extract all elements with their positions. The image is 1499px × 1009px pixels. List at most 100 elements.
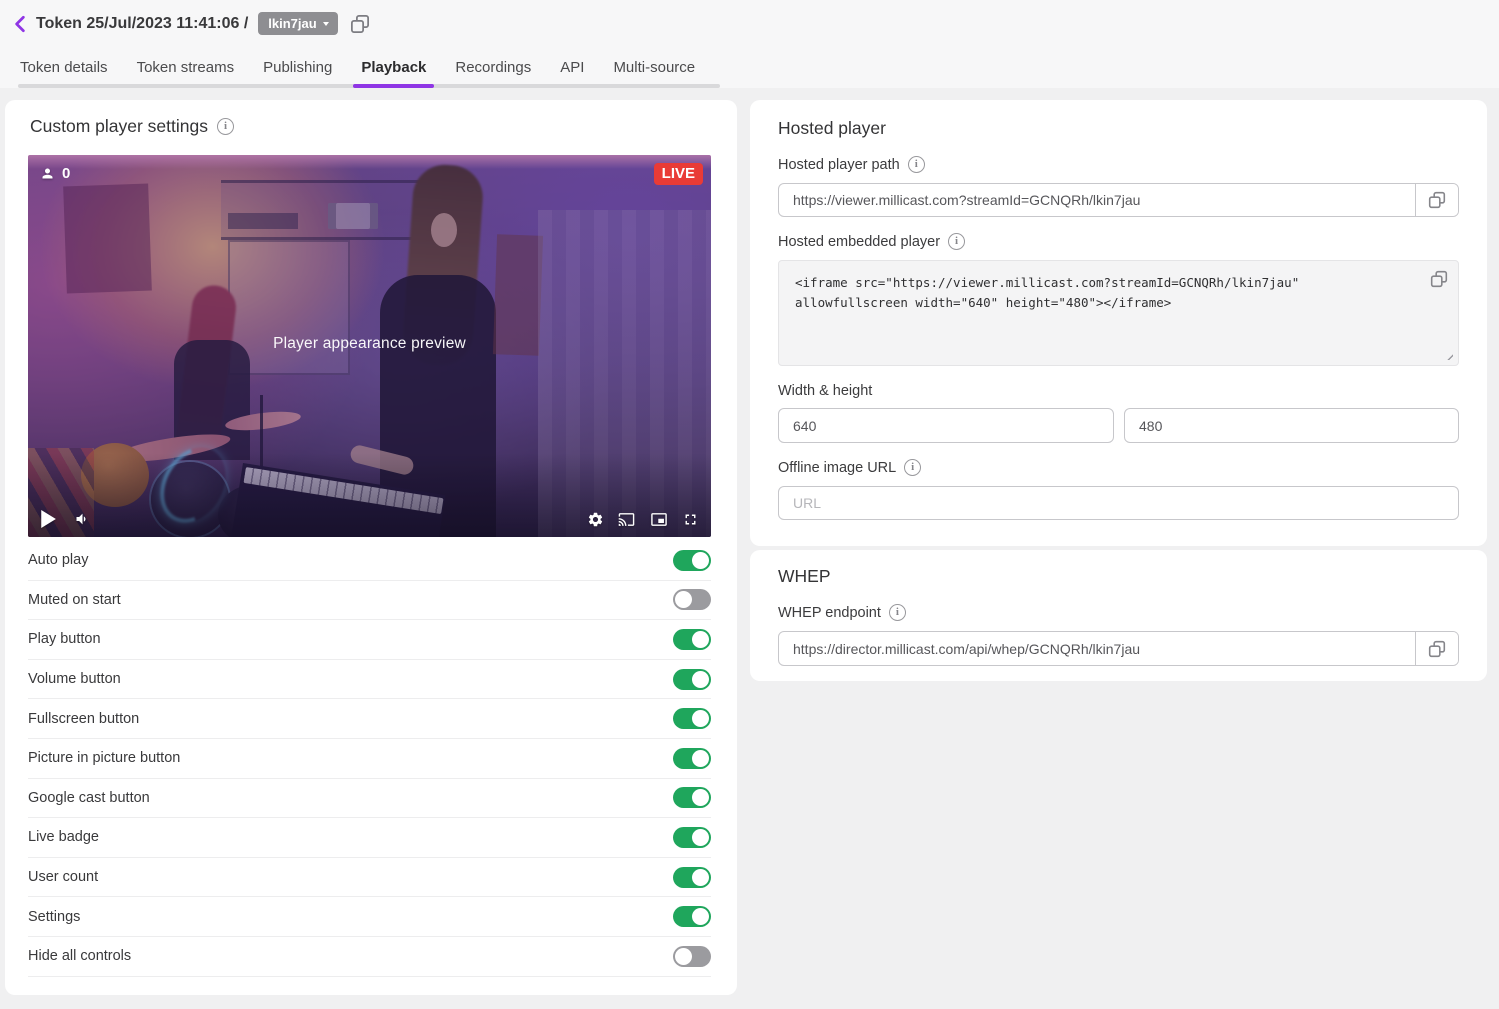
tab-label: Token streams — [137, 59, 235, 76]
info-icon[interactable]: i — [217, 118, 234, 135]
tab-label: Playback — [361, 59, 426, 76]
toggle-row: Muted on start — [28, 581, 711, 621]
hosted-player-title: Hosted player — [778, 118, 886, 139]
fullscreen-button[interactable] — [682, 511, 699, 528]
info-icon[interactable]: i — [948, 233, 965, 250]
token-name-dropdown[interactable]: lkin7jau — [258, 12, 337, 35]
page-header: Token 25/Jul/2023 11:41:06 / lkin7jau — [0, 0, 1499, 47]
volume-button[interactable] — [74, 511, 91, 527]
back-icon[interactable] — [8, 12, 32, 36]
toggle-row: Live badge — [28, 818, 711, 858]
preview-overlay-text: Player appearance preview — [28, 335, 711, 353]
whep-endpoint-input[interactable] — [779, 632, 1415, 665]
toggle-label: Play button — [28, 631, 101, 647]
toggle-row: Settings — [28, 897, 711, 937]
toggle-label: Hide all controls — [28, 948, 131, 964]
toggle-settings[interactable] — [673, 906, 711, 927]
tab-multi-source[interactable]: Multi-source — [603, 47, 705, 88]
toggle-row: Google cast button — [28, 779, 711, 819]
page-title: Token 25/Jul/2023 11:41:06 / — [36, 15, 248, 33]
hosted-player-card: Hosted player Hosted player path i Hoste… — [750, 100, 1487, 546]
toggle-knob — [692, 869, 709, 886]
toggle-label: Google cast button — [28, 790, 150, 806]
toggle-muted-on-start[interactable] — [673, 589, 711, 610]
whep-endpoint-field — [778, 631, 1459, 666]
toggle-row: Hide all controls — [28, 937, 711, 977]
tab-token-streams[interactable]: Token streams — [127, 47, 245, 88]
copy-path-icon[interactable] — [1416, 184, 1458, 216]
whep-card: WHEP WHEP endpoint i — [750, 550, 1487, 681]
toggle-label: Live badge — [28, 829, 99, 845]
player-preview: Player appearance preview 0 LIVE — [28, 155, 711, 537]
info-icon[interactable]: i — [908, 156, 925, 173]
toggle-knob — [675, 591, 692, 608]
tab-label: API — [560, 59, 584, 76]
copy-token-name-icon[interactable] — [350, 14, 370, 34]
viewer-count-value: 0 — [62, 165, 70, 182]
height-input[interactable] — [1124, 408, 1459, 443]
info-icon[interactable]: i — [889, 604, 906, 621]
toggle-knob — [692, 750, 709, 767]
embed-code-textarea[interactable]: <iframe src="https://viewer.millicast.co… — [779, 261, 1458, 365]
toggle-auto-play[interactable] — [673, 550, 711, 571]
token-name-label: lkin7jau — [268, 16, 316, 31]
toggle-row: Play button — [28, 620, 711, 660]
tab-bar: Token details Token streams Publishing P… — [0, 47, 1499, 88]
custom-player-settings-title: Custom player settings i — [30, 116, 234, 137]
width-input[interactable] — [778, 408, 1114, 443]
player-controls-left — [40, 510, 91, 528]
toggle-fullscreen-button[interactable] — [673, 708, 711, 729]
hosted-player-path-field — [778, 183, 1459, 217]
tab-recordings[interactable]: Recordings — [445, 47, 541, 88]
offline-image-url-input[interactable] — [778, 486, 1459, 520]
tab-label: Token details — [20, 59, 108, 76]
toggle-picture-in-picture-button[interactable] — [673, 748, 711, 769]
toggle-list: Auto play Muted on start Play button Vol… — [28, 541, 711, 977]
toggle-row: Auto play — [28, 541, 711, 581]
chevron-down-icon — [323, 22, 329, 26]
toggle-play-button[interactable] — [673, 629, 711, 650]
toggle-knob — [692, 710, 709, 727]
picture-in-picture-button[interactable] — [649, 511, 669, 528]
toggle-knob — [692, 908, 709, 925]
toggle-row: User count — [28, 858, 711, 898]
toggle-label: Volume button — [28, 671, 121, 687]
offline-image-url-label: Offline image URL i — [778, 459, 921, 476]
tab-publishing[interactable]: Publishing — [253, 47, 342, 88]
toggle-knob — [675, 948, 692, 965]
toggle-knob — [692, 789, 709, 806]
custom-player-settings-card: Custom player settings i Player appearan… — [5, 100, 737, 995]
hosted-player-path-label: Hosted player path i — [778, 156, 925, 173]
toggle-knob — [692, 552, 709, 569]
whep-endpoint-label: WHEP endpoint i — [778, 604, 906, 621]
whep-title: WHEP — [778, 566, 831, 587]
viewer-count: 0 — [40, 165, 70, 182]
toggle-live-badge[interactable] — [673, 827, 711, 848]
tab-api[interactable]: API — [550, 47, 594, 88]
tab-label: Multi-source — [613, 59, 695, 76]
toggle-knob — [692, 671, 709, 688]
info-icon[interactable]: i — [904, 459, 921, 476]
tab-token-details[interactable]: Token details — [10, 47, 118, 88]
toggle-row: Picture in picture button — [28, 739, 711, 779]
copy-whep-icon[interactable] — [1416, 632, 1458, 665]
toggle-label: Picture in picture button — [28, 750, 180, 766]
toggle-volume-button[interactable] — [673, 669, 711, 690]
play-button[interactable] — [40, 510, 56, 528]
person-icon — [40, 166, 55, 181]
toggle-hide-all-controls[interactable] — [673, 946, 711, 967]
toggle-label: User count — [28, 869, 98, 885]
toggle-label: Auto play — [28, 552, 88, 568]
tab-label: Publishing — [263, 59, 332, 76]
toggle-label: Fullscreen button — [28, 711, 139, 727]
copy-embed-icon[interactable] — [1430, 270, 1448, 293]
toggle-google-cast-button[interactable] — [673, 787, 711, 808]
toggle-user-count[interactable] — [673, 867, 711, 888]
tab-label: Recordings — [455, 59, 531, 76]
hosted-player-path-input[interactable] — [779, 184, 1415, 216]
hosted-embedded-player-label: Hosted embedded player i — [778, 233, 965, 250]
cast-button[interactable] — [617, 511, 636, 528]
settings-button[interactable] — [587, 511, 604, 528]
tab-playback[interactable]: Playback — [351, 47, 436, 88]
toggle-knob — [692, 829, 709, 846]
